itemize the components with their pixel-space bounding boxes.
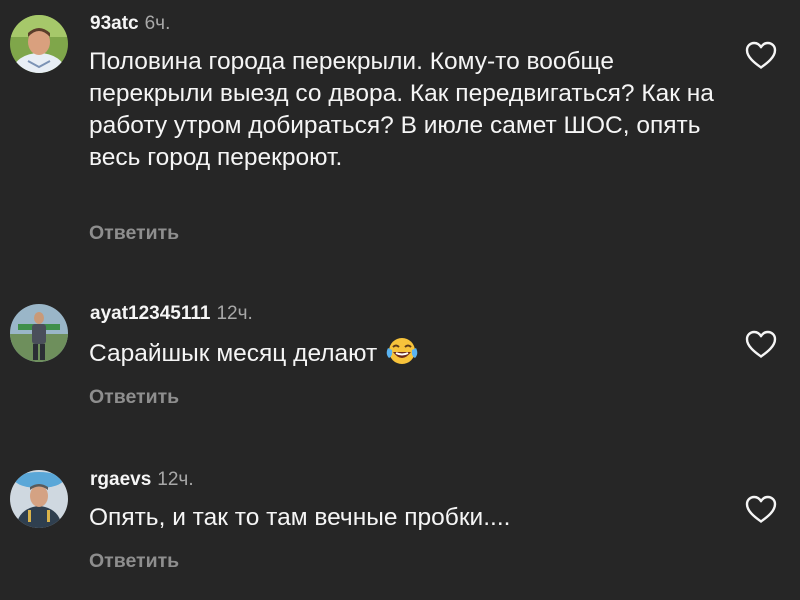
avatar[interactable] (10, 304, 68, 362)
reply-button[interactable]: Ответить (89, 386, 179, 409)
face-with-tears-of-joy-icon (385, 336, 419, 366)
comment-text: Опять, и так то там вечные пробки.... (89, 504, 511, 531)
comment-meta: 93atc 6ч. (90, 13, 170, 35)
comment-text: Половина города перекрыли. Кому-то вообщ… (89, 48, 714, 171)
timestamp: 12ч. (157, 469, 194, 490)
username[interactable]: 93atc (90, 13, 139, 34)
heart-outline-icon (745, 495, 777, 523)
comment-meta: ayat12345111 12ч. (90, 303, 253, 325)
comment-text: Сарайшык месяц делают (89, 336, 729, 370)
like-button[interactable] (744, 494, 778, 524)
like-button[interactable] (744, 329, 778, 359)
heart-outline-icon (745, 330, 777, 358)
timestamp: 12ч. (216, 303, 253, 324)
username[interactable]: rgaevs (90, 469, 151, 490)
comment-meta: rgaevs 12ч. (90, 469, 194, 491)
avatar[interactable] (10, 470, 68, 528)
username[interactable]: ayat12345111 (90, 303, 210, 324)
comment-item: ayat12345111 12ч. Сарайшык месяц делают О… (0, 260, 800, 420)
avatar[interactable] (10, 15, 68, 73)
comment-item: rgaevs 12ч. Опять, и так то там вечные пр… (0, 420, 800, 600)
reply-button[interactable]: Ответить (89, 222, 179, 245)
comment-item: 93atc 6ч. Половина города перекрыли. Кому… (0, 0, 800, 260)
like-button[interactable] (744, 40, 778, 70)
heart-outline-icon (745, 41, 777, 69)
timestamp: 6ч. (144, 13, 171, 34)
reply-button[interactable]: Ответить (89, 550, 179, 573)
comment-text-content: Сарайшык месяц делают (89, 340, 378, 367)
